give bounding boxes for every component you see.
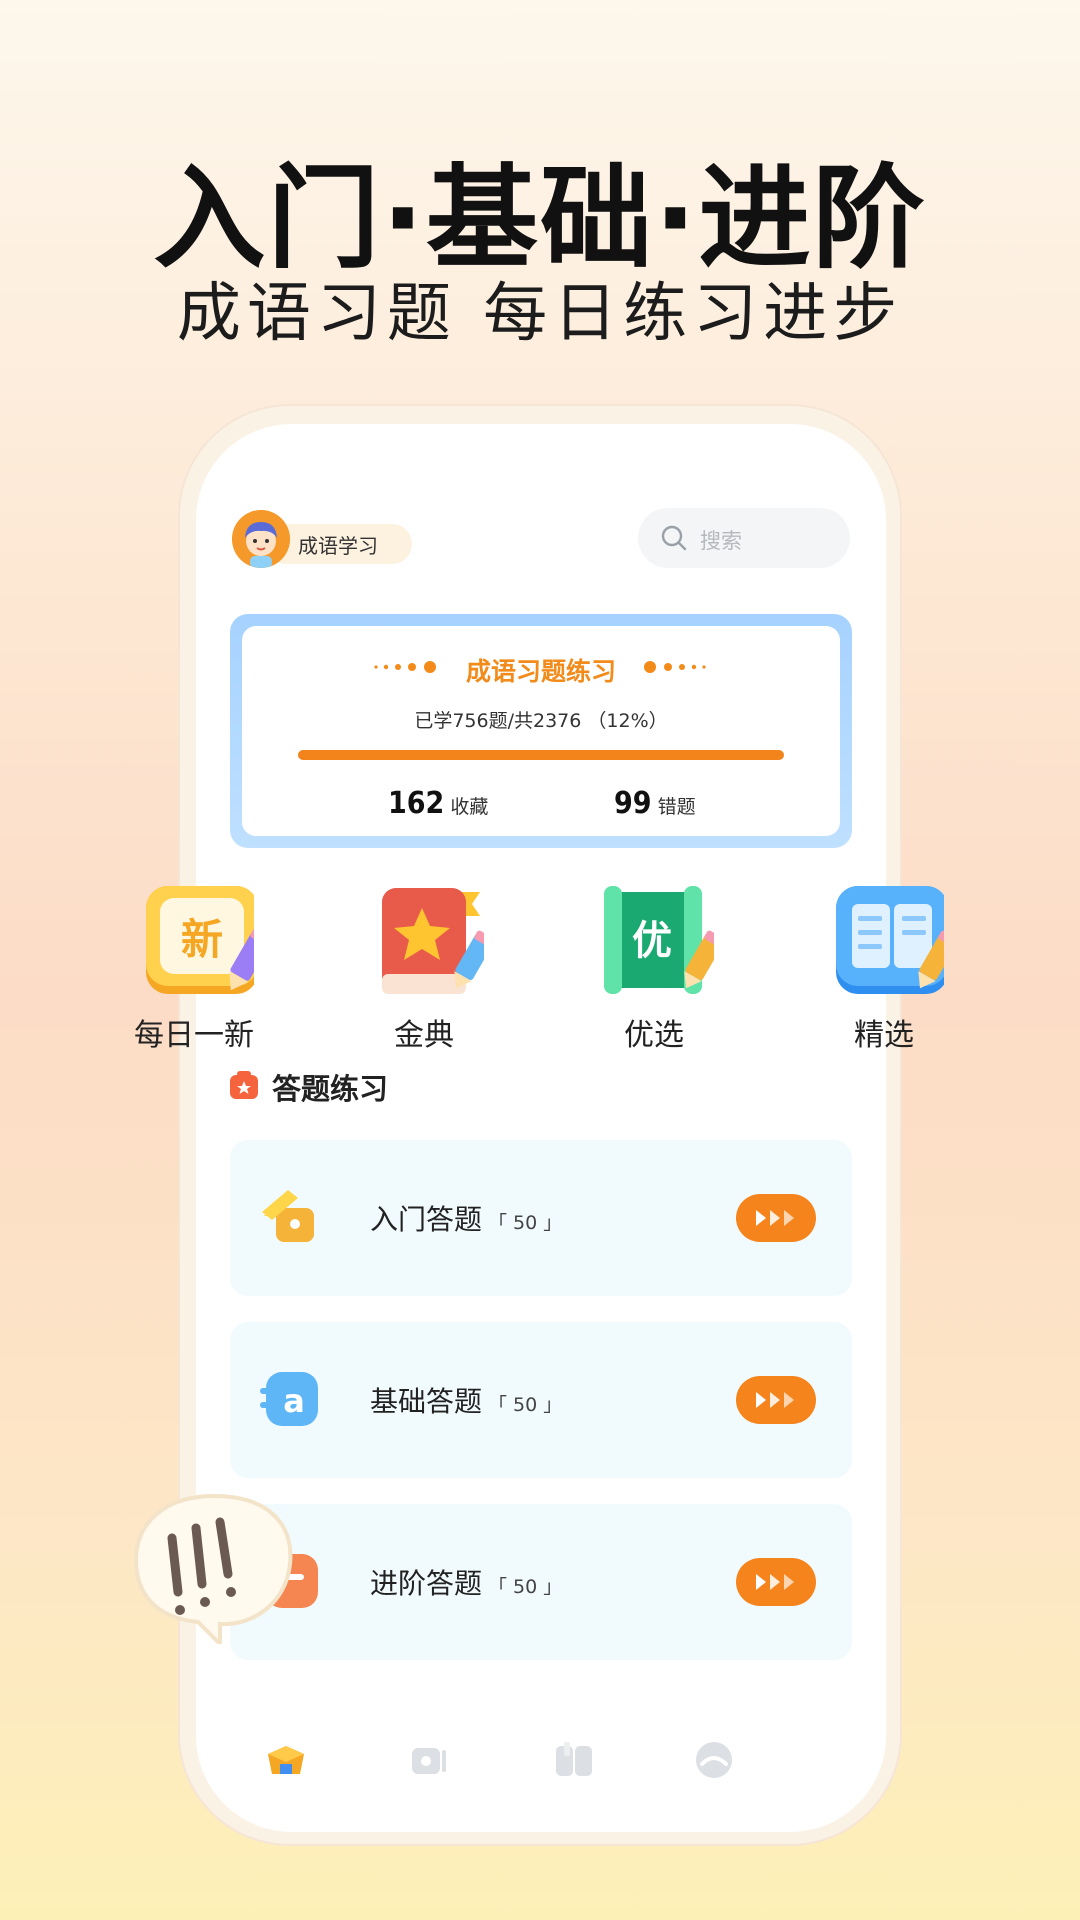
card-title: 成语习题练习	[465, 657, 616, 686]
category-selected[interactable]: 精选	[814, 882, 959, 1054]
search-placeholder: 搜索	[700, 529, 742, 553]
play-arrows-icon	[756, 1210, 794, 1226]
open-book-icon	[824, 882, 959, 1002]
progress-bar	[298, 750, 784, 760]
scroll-icon: 优	[594, 882, 725, 1002]
quiz-count: 「 50 」	[488, 1394, 563, 1416]
search-input[interactable]: 搜索	[638, 508, 850, 568]
home-icon[interactable]	[264, 1738, 308, 1782]
progress-text: 已学756题/共2376 （12%）	[414, 710, 668, 732]
favorites-count: 162	[388, 786, 445, 821]
category-preferred[interactable]: 优 优选	[584, 882, 725, 1054]
favorites-stat[interactable]: 162 收藏	[388, 786, 488, 821]
quiz-label: 进阶答题	[370, 1567, 483, 1600]
promo-subline: 成语习题 每日练习进步	[176, 277, 904, 351]
category-label: 优选	[624, 1018, 684, 1053]
quiz-item-advanced[interactable]: 进阶答题「 50 」	[230, 1504, 852, 1660]
svg-text:a: a	[283, 1382, 305, 1420]
progress-card[interactable]: 成语习题练习 已学756题/共2376 （12%） 162 收藏 99 错题	[230, 614, 852, 848]
progress-fill	[298, 750, 784, 760]
new-badge-icon: 新	[134, 882, 273, 1002]
avatar[interactable]	[232, 510, 290, 568]
decor-dots-right-icon	[644, 661, 706, 673]
category-label: 金典	[394, 1018, 454, 1053]
exclamation-bubble-icon	[133, 1493, 293, 1644]
star-book-icon	[364, 882, 495, 1002]
quiz-item-beginner[interactable]: 入门答题「 50 」	[230, 1140, 852, 1296]
quiz-label: 入门答题	[370, 1203, 483, 1236]
category-label: 每日一新	[134, 1018, 254, 1053]
quiz-item-basic[interactable]: a 基础答题「 50 」	[230, 1322, 852, 1478]
video-icon[interactable]	[408, 1738, 452, 1782]
play-arrows-icon	[756, 1574, 794, 1590]
letter-a-icon: a	[260, 1372, 318, 1426]
wrong-label: 错题	[657, 796, 696, 818]
quiz-count: 「 50 」	[488, 1576, 563, 1598]
quiz-label: 基础答题	[370, 1385, 483, 1418]
search-icon	[661, 525, 687, 551]
start-button[interactable]	[736, 1194, 816, 1242]
wrong-count: 99	[614, 786, 652, 821]
category-classic[interactable]: 金典	[354, 882, 495, 1054]
book-icon[interactable]	[552, 1738, 596, 1782]
play-arrows-icon	[756, 1392, 794, 1408]
profile-icon[interactable]	[692, 1738, 736, 1782]
child-avatar-icon	[232, 510, 290, 568]
category-label: 精选	[854, 1018, 914, 1053]
quiz-count: 「 50 」	[488, 1212, 563, 1234]
start-button[interactable]	[736, 1558, 816, 1606]
wrong-stat[interactable]: 99 错题	[614, 786, 696, 821]
category-daily-new[interactable]: 新 每日一新	[124, 882, 273, 1054]
new-glyph: 新	[181, 915, 223, 964]
house-icon	[262, 1190, 314, 1242]
start-button[interactable]	[736, 1376, 816, 1424]
favorites-label: 收藏	[450, 796, 489, 818]
app-name: 成语学习	[298, 534, 378, 558]
preferred-glyph: 优	[632, 918, 672, 964]
